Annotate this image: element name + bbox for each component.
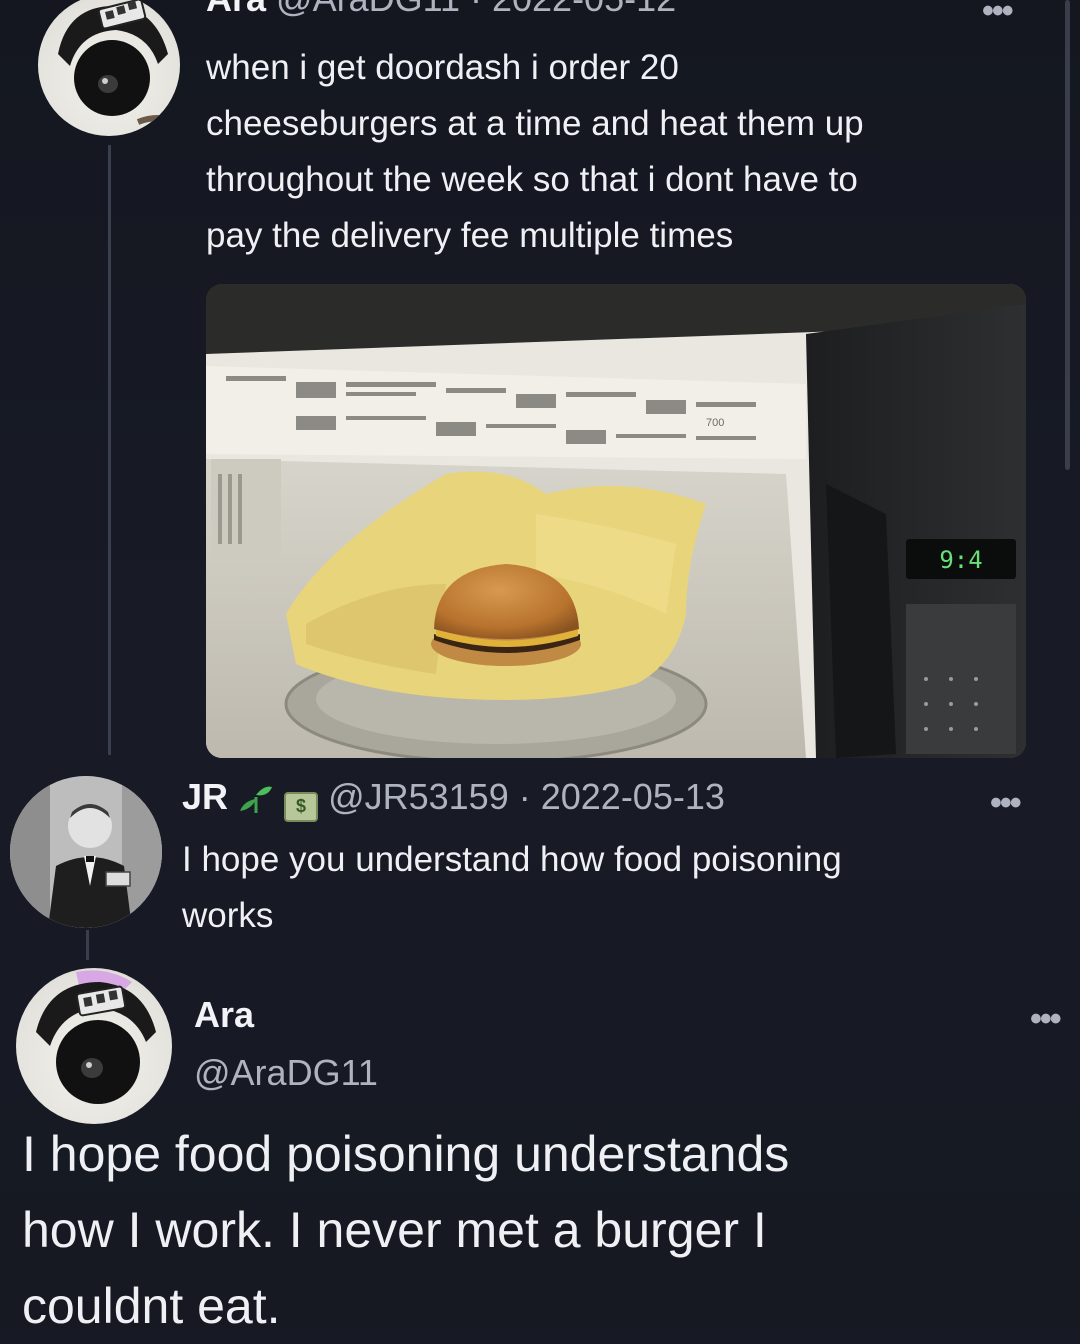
- person-portrait-icon: [10, 776, 162, 928]
- thread-view: Ara @AraDG11 · 2022-05-12 ••• when i get…: [0, 0, 1080, 1334]
- more-options-icon[interactable]: •••: [990, 784, 1022, 823]
- handle[interactable]: @AraDG11: [276, 0, 460, 19]
- tweet[interactable]: Ara @AraDG11 ••• I hope food poisoning u…: [0, 960, 1080, 1334]
- tweet-text-line: couldnt eat.: [22, 1278, 281, 1334]
- tweet-header: Ara @AraDG11 · 2022-05-12: [206, 0, 676, 20]
- tweet-header: JR $ @JR53159 · 2022-05-13: [182, 776, 725, 824]
- tweet-text-line: pay the delivery fee multiple times: [206, 216, 734, 255]
- avatar[interactable]: [38, 0, 180, 136]
- tweet-header-handle: @AraDG11: [194, 1052, 378, 1094]
- power-label: 700: [706, 417, 724, 429]
- money-icon: $: [284, 792, 319, 822]
- display-name[interactable]: Ara: [206, 0, 266, 19]
- tweet-text-line: when i get doordash i order 20: [206, 48, 679, 87]
- hooded-figure-icon: [36, 970, 156, 1104]
- more-options-icon[interactable]: •••: [1030, 1000, 1062, 1039]
- more-options-icon[interactable]: •••: [982, 0, 1014, 31]
- sprout-icon: [238, 782, 274, 824]
- tweet-text-line: cheeseburgers at a time and heat them up: [206, 104, 864, 143]
- handle[interactable]: @JR53159: [328, 776, 509, 817]
- tweet-text: when i get doordash i order 20 cheesebur…: [206, 40, 864, 264]
- handle[interactable]: @AraDG11: [194, 1052, 378, 1093]
- tweet-text-line: works: [182, 896, 274, 935]
- microwave-display: 9:4: [939, 546, 982, 574]
- tweet[interactable]: Ara @AraDG11 · 2022-05-12 ••• when i get…: [0, 0, 1080, 760]
- display-name[interactable]: JR: [182, 776, 228, 817]
- tweet-text-line: I hope food poisoning understands: [22, 1126, 790, 1182]
- tweet-text: I hope food poisoning understands how I …: [22, 1116, 789, 1344]
- display-name[interactable]: Ara: [194, 994, 254, 1035]
- microwave-burger-image: 700 9:4: [206, 284, 1026, 758]
- tweet-text-line: I hope you understand how food poisoning: [182, 840, 842, 879]
- avatar[interactable]: [16, 968, 172, 1124]
- separator: ·: [460, 0, 492, 19]
- separator: ·: [508, 776, 541, 817]
- tweet-text-line: throughout the week so that i dont have …: [206, 160, 858, 199]
- hooded-figure-icon: [58, 0, 180, 125]
- tweet-text-line: how I work. I never met a burger I: [22, 1202, 767, 1258]
- tweet-text: I hope you understand how food poisoning…: [182, 832, 842, 944]
- tweet-header-name: Ara: [194, 994, 254, 1036]
- avatar[interactable]: [10, 776, 162, 928]
- tweet[interactable]: JR $ @JR53159 · 2022-05-13 ••• I hope yo…: [0, 760, 1080, 960]
- tweet-date[interactable]: 2022-05-13: [541, 776, 725, 817]
- tweet-image[interactable]: 700 9:4: [206, 284, 1026, 758]
- tweet-date[interactable]: 2022-05-12: [492, 0, 676, 19]
